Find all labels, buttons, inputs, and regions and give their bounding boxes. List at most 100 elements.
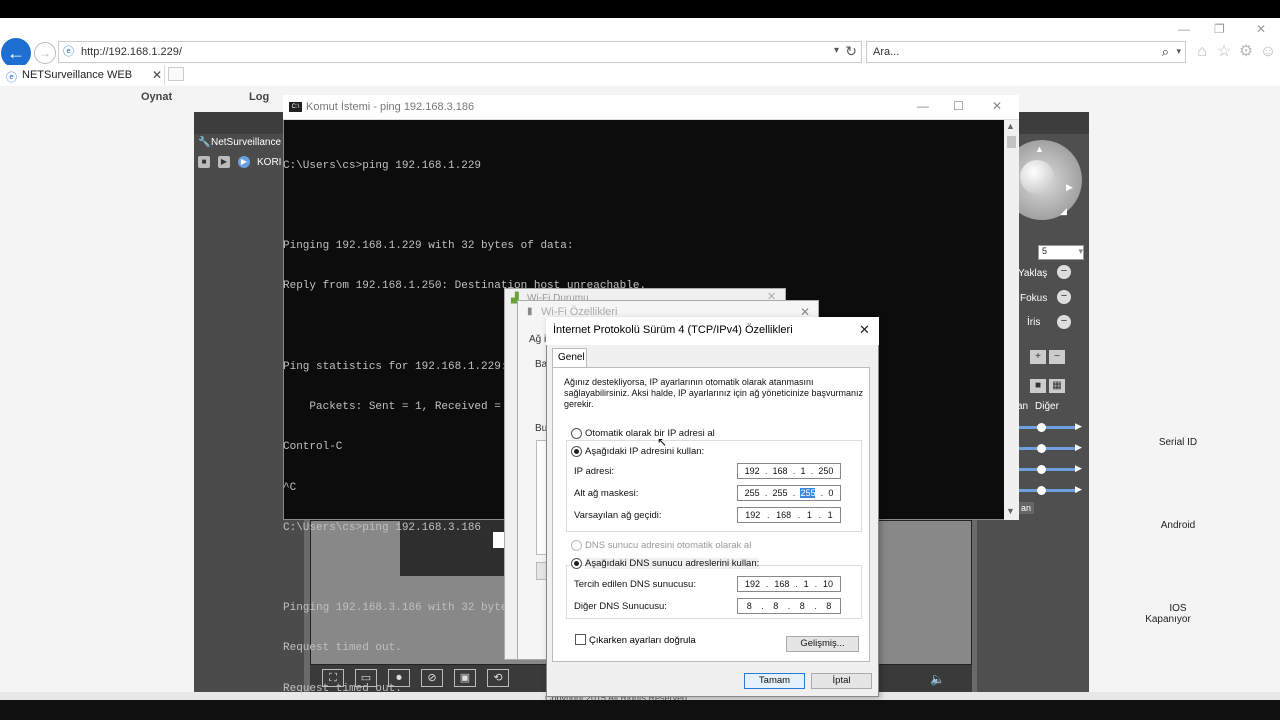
octet: 8: [826, 601, 832, 611]
dot: .: [765, 579, 769, 589]
cmd-scrollbar[interactable]: [1004, 120, 1019, 520]
ptz-center-button[interactable]: [1020, 160, 1054, 194]
smiley-icon[interactable]: ☺: [1259, 43, 1277, 61]
tab-genel-label: Genel: [558, 352, 585, 363]
tab-networking-fragment[interactable]: Ağ i: [529, 334, 546, 345]
speaker-icon[interactable]: 🔈: [930, 672, 945, 686]
speed-select[interactable]: 5 ▾: [1038, 245, 1084, 260]
cmd-minimize-icon[interactable]: —: [917, 99, 929, 113]
manual-ip-radio[interactable]: [571, 446, 582, 457]
play-icon[interactable]: ▶: [218, 156, 230, 168]
mouse-cursor-icon: ↖: [657, 435, 668, 449]
channel-label: KORI: [257, 157, 282, 168]
scroll-down-icon[interactable]: ▼: [1006, 506, 1015, 516]
ptz-up-icon[interactable]: ▲: [1035, 144, 1044, 154]
search-box[interactable]: Ara... ⌕ ▾: [866, 41, 1186, 63]
octet: 168: [774, 579, 790, 589]
favorites-star-icon[interactable]: ☆: [1215, 43, 1233, 61]
gear-icon[interactable]: ⚙: [1237, 43, 1255, 61]
ipv4-title: İnternet Protokolü Sürüm 4 (TCP/IPv4) Öz…: [553, 324, 793, 336]
refresh-icon[interactable]: ↻: [845, 43, 857, 60]
scroll-up-icon[interactable]: ▲: [1006, 121, 1015, 131]
octet: 1: [827, 510, 833, 520]
chevron-down-icon[interactable]: ▾: [834, 45, 839, 56]
chevron-down-icon[interactable]: ▾: [1176, 46, 1181, 57]
octet: 192: [744, 579, 760, 589]
close-icon[interactable]: ✕: [1256, 22, 1266, 36]
restore-icon[interactable]: ❐: [1214, 22, 1225, 36]
iris-minus-button[interactable]: −: [1057, 315, 1071, 329]
ptz-right-icon[interactable]: ▶: [1066, 182, 1073, 193]
focus-minus-button[interactable]: −: [1057, 290, 1071, 304]
ipv4-close-icon[interactable]: ✕: [859, 322, 870, 338]
slider-arrow-icon[interactable]: ▶: [1075, 484, 1082, 495]
back-button[interactable]: ←: [1, 38, 31, 68]
cmd-line: Pinging 192.168.1.229 with 32 bytes of d…: [283, 240, 574, 253]
slider-knob[interactable]: [1037, 423, 1046, 432]
cmd-maximize-icon[interactable]: ☐: [953, 99, 964, 113]
cmd-title: Komut İstemi - ping 192.168.3.186: [306, 101, 475, 113]
dot: .: [814, 601, 817, 611]
preferred-dns-field[interactable]: 192. 168. 1. 10: [737, 576, 841, 592]
app-name: NetSurveillance: [211, 137, 282, 148]
octet: 168: [776, 510, 792, 520]
octet: 192: [744, 466, 760, 476]
octet: 8: [746, 601, 752, 611]
wrench-icon: 🔧: [198, 137, 211, 148]
ptz-down-right-icon[interactable]: ◢: [1060, 206, 1067, 217]
serial-id-label: Serial ID: [1158, 437, 1198, 448]
menu-item-log[interactable]: Log: [249, 91, 269, 103]
octet: 8: [773, 601, 779, 611]
scroll-thumb[interactable]: [1007, 136, 1016, 148]
stop-square-button[interactable]: ■: [1030, 379, 1046, 393]
menu-item-oynat[interactable]: Oynat: [141, 91, 172, 103]
cmd-close-icon[interactable]: ✕: [992, 99, 1002, 113]
auto-dns-radio[interactable]: [571, 540, 582, 551]
grid-icon[interactable]: ▦: [1049, 379, 1065, 393]
minus-button[interactable]: −: [1049, 350, 1065, 364]
url-text: http://192.168.1.229/: [81, 46, 182, 58]
forward-button[interactable]: →: [34, 42, 56, 64]
ios-label: IOS: [1169, 603, 1187, 614]
slider-knob[interactable]: [1037, 486, 1046, 495]
octet: 1: [800, 466, 806, 476]
home-icon[interactable]: ⌂: [1193, 43, 1211, 61]
manual-dns-radio[interactable]: [571, 558, 582, 569]
focus-label: Fokus: [1020, 293, 1048, 304]
ios-status-label: Kapanıyor: [1145, 614, 1191, 625]
channel-play-icon[interactable]: ▶: [238, 156, 250, 168]
zoom-label: Yaklaş: [1018, 268, 1048, 279]
octet: 1: [806, 510, 812, 520]
new-tab-button[interactable]: [168, 67, 184, 81]
stop-icon[interactable]: ■: [198, 156, 210, 168]
slider-arrow-icon[interactable]: ▶: [1075, 463, 1082, 474]
cmd-line: ​: [283, 200, 653, 213]
close-tab-icon[interactable]: ✕: [152, 68, 162, 82]
ip-address-field[interactable]: 192. 168. 1. 250: [737, 463, 841, 479]
ok-button[interactable]: Tamam: [744, 673, 805, 689]
gateway-field[interactable]: 192. 168. 1. 1: [737, 507, 841, 523]
lan-button[interactable]: an: [1018, 502, 1035, 514]
minimize-icon[interactable]: —: [1178, 22, 1190, 36]
slider-arrow-icon[interactable]: ▶: [1075, 442, 1082, 453]
slider-knob[interactable]: [1037, 444, 1046, 453]
tab-title: NETSurveillance WEB: [22, 69, 133, 81]
octet: 255: [772, 488, 788, 498]
subnet-mask-field[interactable]: 255. 255. 255. 0: [737, 485, 841, 501]
tab-label-diger: Diğer: [1035, 401, 1059, 412]
zoom-minus-button[interactable]: −: [1057, 265, 1071, 279]
plus-button[interactable]: +: [1030, 350, 1046, 364]
top-black-bar: [0, 0, 1280, 18]
slider-arrow-icon[interactable]: ▶: [1075, 421, 1082, 432]
validate-checkbox[interactable]: [575, 634, 586, 645]
auto-ip-radio[interactable]: [571, 428, 582, 439]
address-bar[interactable]: ⓔ http://192.168.1.229/ ▾ ↻: [58, 41, 862, 63]
advanced-button[interactable]: Gelişmiş...: [786, 636, 859, 652]
search-icon[interactable]: ⌕: [1162, 44, 1169, 60]
cancel-button[interactable]: İptal: [811, 673, 872, 689]
cmd-icon: C:\: [289, 102, 302, 112]
octet: 10: [823, 579, 834, 589]
slider-knob[interactable]: [1037, 465, 1046, 474]
browser-tab[interactable]: ⓔ NETSurveillance WEB ✕: [0, 65, 165, 85]
alternate-dns-field[interactable]: 8. 8. 8. 8: [737, 598, 841, 614]
